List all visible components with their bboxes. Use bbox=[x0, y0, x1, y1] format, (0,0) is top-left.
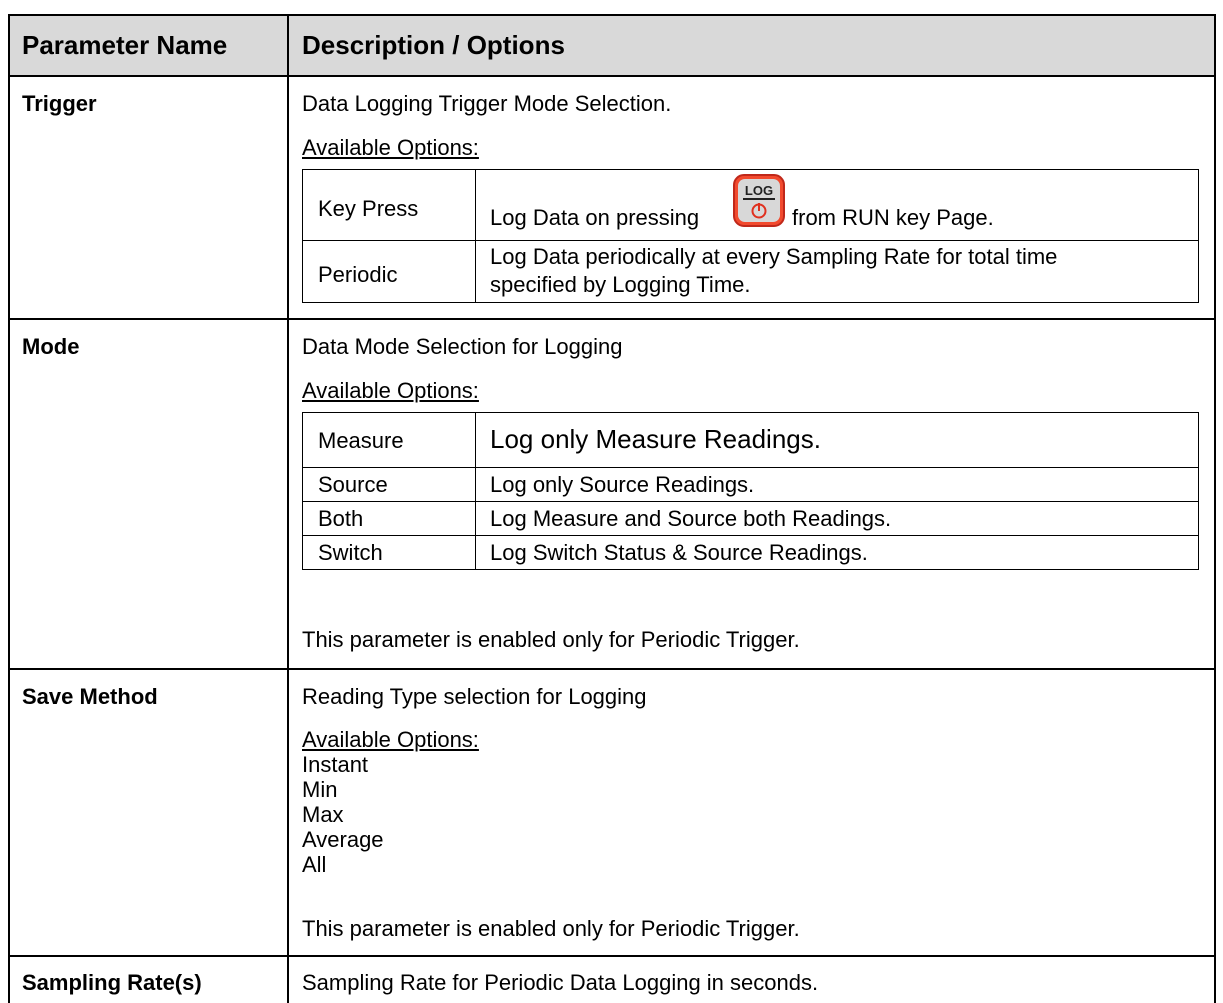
row-divider bbox=[8, 75, 1216, 77]
inner-table-border bbox=[302, 535, 1199, 536]
list-item: All bbox=[302, 852, 327, 877]
inner-table-border bbox=[302, 412, 303, 570]
option-switch-desc: Log Switch Status & Source Readings. bbox=[490, 540, 868, 565]
save-method-note: This parameter is enabled only for Perio… bbox=[302, 916, 800, 941]
option-both: Both bbox=[318, 506, 364, 531]
option-key-press-desc-after: from RUN key Page. bbox=[792, 205, 994, 230]
trigger-options-label: Available Options: bbox=[302, 135, 479, 160]
option-measure-desc: Log only Measure Readings. bbox=[490, 424, 821, 454]
inner-table-border bbox=[302, 501, 1199, 502]
param-mode: Mode bbox=[22, 334, 80, 359]
inner-table-border bbox=[1198, 412, 1199, 570]
column-divider bbox=[287, 14, 289, 1003]
save-method-options: Available Options: Instant Min Max Avera… bbox=[302, 727, 479, 877]
inner-table-border bbox=[302, 240, 1199, 241]
inner-table-border bbox=[475, 412, 476, 570]
inner-table-border bbox=[1198, 169, 1199, 303]
mode-note: This parameter is enabled only for Perio… bbox=[302, 627, 800, 652]
list-item: Min bbox=[302, 777, 338, 802]
table-right-border bbox=[1214, 14, 1216, 1003]
option-source-desc: Log only Source Readings. bbox=[490, 472, 755, 497]
inner-table-border bbox=[302, 412, 1199, 413]
option-key-press-desc-before: Log Data on pressing bbox=[490, 205, 700, 230]
mode-description: Data Mode Selection for Logging bbox=[302, 334, 623, 359]
inner-table-border bbox=[302, 302, 1199, 303]
header-parameter-name: Parameter Name bbox=[22, 30, 228, 60]
trigger-description: Data Logging Trigger Mode Selection. bbox=[302, 91, 672, 116]
table-top-border bbox=[8, 14, 1216, 16]
option-key-press: Key Press bbox=[318, 196, 419, 221]
list-item: Instant bbox=[302, 752, 369, 777]
log-key-icon: LOG bbox=[733, 174, 785, 227]
option-switch: Switch bbox=[318, 540, 383, 565]
option-periodic-desc-line1: Log Data periodically at every Sampling … bbox=[490, 244, 1058, 269]
save-method-description: Reading Type selection for Logging bbox=[302, 684, 647, 709]
option-measure: Measure bbox=[318, 428, 404, 453]
row-divider bbox=[8, 955, 1216, 957]
option-periodic-desc-line2: specified by Logging Time. bbox=[490, 272, 751, 297]
inner-table-border bbox=[475, 169, 476, 303]
save-method-options-label: Available Options: bbox=[302, 727, 479, 752]
row-divider bbox=[8, 668, 1216, 670]
list-item: Average bbox=[302, 827, 384, 852]
row-divider bbox=[8, 318, 1216, 320]
inner-table-border bbox=[302, 169, 1199, 170]
table-left-border bbox=[8, 14, 10, 1003]
param-save-method: Save Method bbox=[22, 684, 158, 709]
option-periodic: Periodic bbox=[318, 262, 398, 287]
option-source: Source bbox=[318, 472, 388, 497]
option-both-desc: Log Measure and Source both Readings. bbox=[490, 506, 892, 531]
header-description-options: Description / Options bbox=[302, 30, 565, 60]
param-trigger: Trigger bbox=[22, 91, 97, 116]
inner-table-border bbox=[302, 169, 303, 303]
inner-table-border bbox=[302, 467, 1199, 468]
param-sampling-rate: Sampling Rate(s) bbox=[22, 970, 202, 995]
list-item: Max bbox=[302, 802, 344, 827]
mode-options-label: Available Options: bbox=[302, 378, 479, 403]
sampling-rate-description: Sampling Rate for Periodic Data Logging … bbox=[302, 970, 819, 995]
log-key-label: LOG bbox=[745, 183, 773, 198]
inner-table-border bbox=[302, 569, 1199, 570]
